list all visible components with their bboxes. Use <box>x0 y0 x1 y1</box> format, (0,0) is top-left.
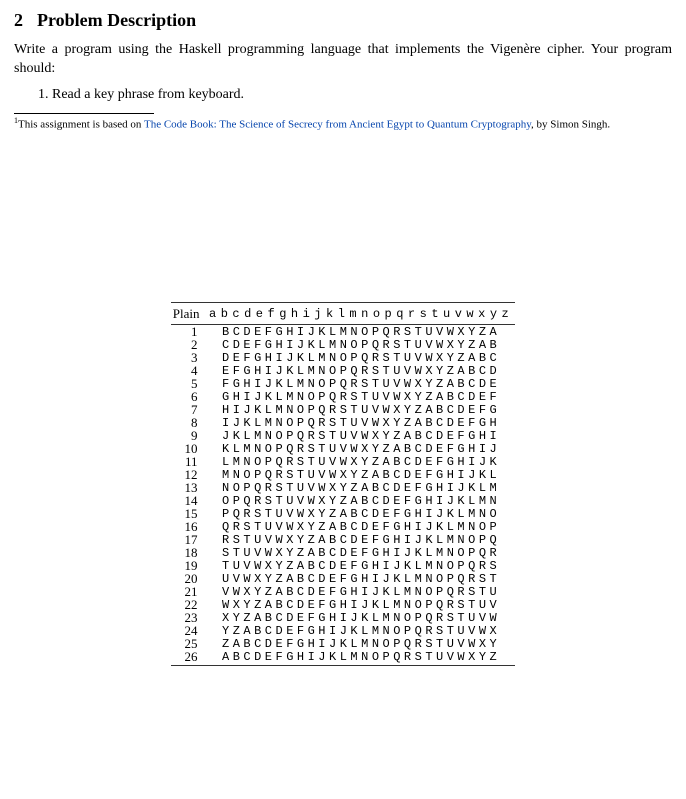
footnote-text-before: This assignment is based on <box>18 118 144 130</box>
row-letters: TUVWXYZABCDEFGHIJKLMNOPQRS <box>208 559 515 572</box>
row-letters: HIJKLMNOPQRSTUVWXYZABCDEFG <box>208 403 515 416</box>
footnote-link[interactable]: The Code Book: The Science of Secrecy fr… <box>144 118 531 130</box>
vigenere-table: Plainabcdefghijklmnopqrstuvwxyz1BCDEFGHI… <box>171 302 514 666</box>
list-item: 1. Read a key phrase from keyboard. <box>38 87 672 103</box>
row-letters: MNOPQRSTUVWXYZABCDEFGHIJKL <box>208 468 515 481</box>
row-letters: GHIJKLMNOPQRSTUVWXYZABCDEF <box>208 390 515 403</box>
row-number: 3 <box>171 351 207 364</box>
table-row: 16QRSTUVWXYZABCDEFGHIJKLMNOP <box>171 520 514 533</box>
footnote-text-after: , by Simon Singh. <box>531 118 610 130</box>
row-letters: RSTUVWXYZABCDEFGHIJKLMNOPQ <box>208 533 515 546</box>
spacer <box>14 132 672 302</box>
row-letters: QRSTUVWXYZABCDEFGHIJKLMNOP <box>208 520 515 533</box>
row-letters: YZABCDEFGHIJKLMNOPQRSTUVWX <box>208 624 515 637</box>
section-number: 2 <box>14 10 23 31</box>
row-letters: DEFGHIJKLMNOPQRSTUVWXYZABC <box>208 351 515 364</box>
row-letters: XYZABCDEFGHIJKLMNOPQRSTUVW <box>208 611 515 624</box>
row-letters: IJKLMNOPQRSTUVWXYZABCDEFGH <box>208 416 515 429</box>
intro-paragraph: Write a program using the Haskell progra… <box>14 41 672 79</box>
table-row: 26ABCDEFGHIJKLMNOPQRSTUVWXYZ <box>171 650 514 666</box>
table-header-row: Plainabcdefghijklmnopqrstuvwxyz <box>171 303 514 325</box>
table-row: 4EFGHIJKLMNOPQRSTUVWXYZABCD <box>171 364 514 377</box>
footnote: 1This assignment is based on The Code Bo… <box>14 116 672 133</box>
section-heading: 2 Problem Description <box>14 10 672 31</box>
table-row: 6GHIJKLMNOPQRSTUVWXYZABCDEF <box>171 390 514 403</box>
row-letters: ZABCDEFGHIJKLMNOPQRSTUVWXY <box>208 637 515 650</box>
vigenere-table-wrap: Plainabcdefghijklmnopqrstuvwxyz1BCDEFGHI… <box>14 302 672 666</box>
plain-header-label: Plain <box>171 303 207 325</box>
row-letters: WXYZABCDEFGHIJKLMNOPQRSTUV <box>208 598 515 611</box>
row-letters: EFGHIJKLMNOPQRSTUVWXYZABCD <box>208 364 515 377</box>
row-letters: VWXYZABCDEFGHIJKLMNOPQRSTU <box>208 585 515 598</box>
row-letters: LMNOPQRSTUVWXYZABCDEFGHIJK <box>208 455 515 468</box>
row-letters: FGHIJKLMNOPQRSTUVWXYZABCDE <box>208 377 515 390</box>
row-number: 26 <box>171 650 207 666</box>
row-number: 8 <box>171 416 207 429</box>
table-row: 1BCDEFGHIJKLMNOPQRSTUVWXYZA <box>171 325 514 339</box>
row-letters: STUVWXYZABCDEFGHIJKLMNOPQR <box>208 546 515 559</box>
table-row: 7HIJKLMNOPQRSTUVWXYZABCDEFG <box>171 403 514 416</box>
table-row: 23XYZABCDEFGHIJKLMNOPQRSTUVW <box>171 611 514 624</box>
row-number: 6 <box>171 390 207 403</box>
table-row: 15PQRSTUVWXYZABCDEFGHIJKLMNO <box>171 507 514 520</box>
table-row: 17RSTUVWXYZABCDEFGHIJKLMNOPQ <box>171 533 514 546</box>
list-item-number: 1. <box>38 87 49 102</box>
table-row: 18STUVWXYZABCDEFGHIJKLMNOPQR <box>171 546 514 559</box>
row-letters: BCDEFGHIJKLMNOPQRSTUVWXYZA <box>208 325 515 339</box>
row-number: 2 <box>171 338 207 351</box>
table-row: 21VWXYZABCDEFGHIJKLMNOPQRSTU <box>171 585 514 598</box>
footnote-rule <box>14 113 154 114</box>
list-item-text: Read a key phrase from keyboard. <box>52 87 244 102</box>
table-row: 12MNOPQRSTUVWXYZABCDEFGHIJKL <box>171 468 514 481</box>
table-row: 8IJKLMNOPQRSTUVWXYZABCDEFGH <box>171 416 514 429</box>
row-number: 7 <box>171 403 207 416</box>
table-row: 20UVWXYZABCDEFGHIJKLMNOPQRST <box>171 572 514 585</box>
vigenere-tbody: Plainabcdefghijklmnopqrstuvwxyz1BCDEFGHI… <box>171 303 514 666</box>
table-row: 13NOPQRSTUVWXYZABCDEFGHIJKLM <box>171 481 514 494</box>
table-row: 24YZABCDEFGHIJKLMNOPQRSTUVWX <box>171 624 514 637</box>
table-row: 2CDEFGHIJKLMNOPQRSTUVWXYZAB <box>171 338 514 351</box>
row-number: 1 <box>171 325 207 339</box>
table-row: 10KLMNOPQRSTUVWXYZABCDEFGHIJ <box>171 442 514 455</box>
row-letters: ABCDEFGHIJKLMNOPQRSTUVWXYZ <box>208 650 515 666</box>
row-letters: KLMNOPQRSTUVWXYZABCDEFGHIJ <box>208 442 515 455</box>
row-letters: PQRSTUVWXYZABCDEFGHIJKLMNO <box>208 507 515 520</box>
row-number: 4 <box>171 364 207 377</box>
row-letters: NOPQRSTUVWXYZABCDEFGHIJKLM <box>208 481 515 494</box>
row-letters: UVWXYZABCDEFGHIJKLMNOPQRST <box>208 572 515 585</box>
table-row: 25ZABCDEFGHIJKLMNOPQRSTUVWXY <box>171 637 514 650</box>
row-letters: OPQRSTUVWXYZABCDEFGHIJKLMN <box>208 494 515 507</box>
table-row: 5FGHIJKLMNOPQRSTUVWXYZABCDE <box>171 377 514 390</box>
row-letters: CDEFGHIJKLMNOPQRSTUVWXYZAB <box>208 338 515 351</box>
row-number: 5 <box>171 377 207 390</box>
requirements-list: 1. Read a key phrase from keyboard. <box>38 87 672 103</box>
row-letters: JKLMNOPQRSTUVWXYZABCDEFGHI <box>208 429 515 442</box>
table-row: 3DEFGHIJKLMNOPQRSTUVWXYZABC <box>171 351 514 364</box>
table-row: 11LMNOPQRSTUVWXYZABCDEFGHIJK <box>171 455 514 468</box>
table-row: 19TUVWXYZABCDEFGHIJKLMNOPQRS <box>171 559 514 572</box>
table-row: 14OPQRSTUVWXYZABCDEFGHIJKLMN <box>171 494 514 507</box>
plain-header-letters: abcdefghijklmnopqrstuvwxyz <box>208 303 515 325</box>
table-row: 22WXYZABCDEFGHIJKLMNOPQRSTUV <box>171 598 514 611</box>
section-title: Problem Description <box>37 10 196 30</box>
table-row: 9JKLMNOPQRSTUVWXYZABCDEFGHI <box>171 429 514 442</box>
